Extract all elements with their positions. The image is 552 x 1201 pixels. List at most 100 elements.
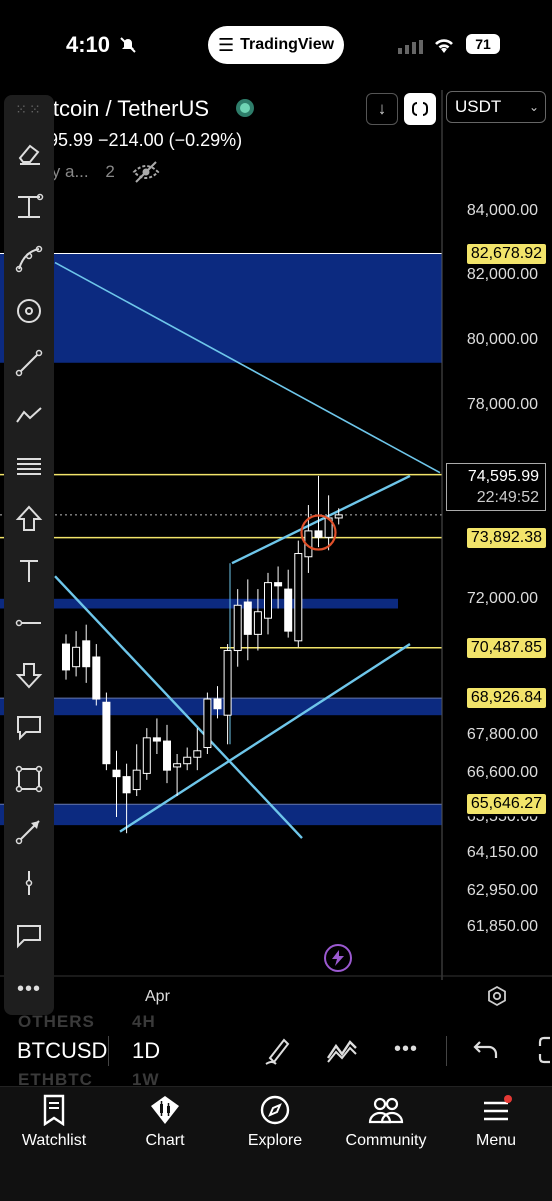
tradingview-label: TradingView bbox=[240, 36, 335, 53]
scroll-down-button[interactable]: ↓ bbox=[366, 93, 398, 125]
auto-scale-button[interactable] bbox=[404, 93, 436, 125]
chart-settings-icon[interactable] bbox=[486, 985, 508, 1012]
candle bbox=[203, 692, 212, 754]
measure-icon[interactable] bbox=[13, 191, 45, 223]
support-zone bbox=[0, 598, 398, 609]
rectangle-icon[interactable] bbox=[13, 763, 45, 795]
candle bbox=[62, 634, 70, 680]
arrow-up-icon[interactable] bbox=[13, 503, 45, 535]
indicators-label[interactable]: ly a... 2 bbox=[48, 162, 115, 182]
fullscreen-icon[interactable] bbox=[536, 1036, 552, 1069]
candle-body bbox=[253, 611, 262, 635]
candle bbox=[264, 572, 272, 635]
symbol-title: itcoin / TetherUS bbox=[48, 96, 210, 121]
nav-explore[interactable]: Explore bbox=[225, 1094, 325, 1150]
status-time: 4:10 bbox=[66, 32, 111, 57]
candle-body bbox=[233, 604, 242, 652]
price-tick-label: 78,000.00 bbox=[466, 395, 538, 413]
nav-menu[interactable]: Menu bbox=[446, 1094, 546, 1150]
candle-body bbox=[142, 737, 151, 774]
indicator-text: ly a... bbox=[48, 162, 89, 181]
candle-body bbox=[223, 650, 232, 716]
ghost-symbol-above: OTHERS bbox=[18, 1012, 95, 1031]
candle-body bbox=[62, 643, 70, 671]
text-icon[interactable] bbox=[13, 555, 45, 587]
curve-icon[interactable] bbox=[13, 243, 45, 275]
horizontal-ray-icon[interactable] bbox=[13, 607, 45, 639]
vertical-line-icon[interactable] bbox=[13, 867, 45, 899]
ghost-interval-above: 4H bbox=[132, 1012, 156, 1031]
nav-community[interactable]: Community bbox=[336, 1094, 436, 1150]
candle-body bbox=[213, 698, 222, 710]
tradingview-pill[interactable]: ☰ TradingView bbox=[208, 26, 344, 64]
people-icon bbox=[368, 1097, 404, 1124]
undo-icon[interactable] bbox=[472, 1036, 500, 1069]
more-options-icon[interactable]: ••• bbox=[394, 1038, 418, 1061]
candle-body bbox=[193, 750, 202, 758]
trend-line bbox=[119, 643, 411, 833]
symbol-button[interactable]: BTCUSD bbox=[17, 1038, 107, 1064]
candle bbox=[102, 692, 111, 771]
time-axis-label: Apr bbox=[145, 988, 170, 1005]
nav-label: Chart bbox=[145, 1132, 185, 1149]
wifi-icon bbox=[432, 35, 456, 60]
arrow-line-icon[interactable] bbox=[13, 815, 45, 847]
candle bbox=[142, 728, 151, 780]
arrow-down-icon[interactable] bbox=[13, 659, 45, 691]
current-price-tag: 74,595.99 22:49:52 bbox=[446, 463, 546, 511]
trend-line-icon[interactable] bbox=[13, 347, 45, 379]
price-tick-label: 84,000.00 bbox=[466, 201, 538, 219]
nav-watchlist[interactable]: Watchlist bbox=[4, 1094, 104, 1150]
price-tick-label: 80,000.00 bbox=[466, 331, 538, 349]
nav-label: Watchlist bbox=[21, 1132, 87, 1149]
candle bbox=[284, 569, 293, 638]
eye-hidden-icon[interactable] bbox=[132, 160, 160, 189]
candle-body bbox=[122, 776, 131, 794]
candle-body bbox=[132, 769, 141, 791]
polyline-icon[interactable] bbox=[13, 399, 45, 431]
candle bbox=[294, 540, 303, 648]
divider bbox=[108, 1036, 109, 1066]
currency-value: USDT bbox=[455, 97, 502, 116]
drawing-pen-icon[interactable] bbox=[262, 1034, 294, 1071]
price-tick-label: 72,000.00 bbox=[466, 589, 538, 607]
candle-body bbox=[112, 769, 121, 778]
candle bbox=[72, 631, 81, 677]
fib-lines-icon[interactable] bbox=[13, 451, 45, 483]
mute-icon bbox=[118, 35, 138, 60]
interval-button[interactable]: 1D bbox=[132, 1038, 160, 1064]
eraser-icon[interactable] bbox=[13, 137, 45, 169]
support-zone bbox=[0, 253, 442, 363]
nav-label: Explore bbox=[247, 1132, 303, 1149]
candle bbox=[314, 475, 323, 548]
callout-icon[interactable] bbox=[13, 711, 45, 743]
candle bbox=[253, 589, 262, 651]
battery-indicator: 71 bbox=[466, 34, 500, 54]
compass-icon bbox=[260, 1095, 290, 1125]
candle bbox=[163, 724, 171, 784]
level-price-tag: 68,926.84 bbox=[466, 688, 546, 709]
candle bbox=[152, 718, 161, 754]
circle-target-icon[interactable] bbox=[13, 295, 45, 327]
price-tick-label: 67,800.00 bbox=[466, 725, 538, 743]
bar-countdown: 22:49:52 bbox=[476, 489, 539, 506]
candle bbox=[183, 747, 192, 771]
candle-body bbox=[314, 530, 323, 538]
currency-select[interactable]: USDT ⌄ bbox=[446, 91, 546, 123]
comment-icon[interactable] bbox=[13, 919, 45, 951]
level-price-tag: 70,487.85 bbox=[466, 637, 546, 658]
drag-handle-icon[interactable]: ⁙⁙ bbox=[13, 97, 45, 121]
candle-body bbox=[102, 701, 111, 765]
candle-body bbox=[264, 582, 272, 619]
price-tick-label: 82,000.00 bbox=[466, 266, 538, 284]
nav-chart[interactable]: Chart bbox=[115, 1094, 215, 1150]
lightning-icon[interactable] bbox=[324, 944, 352, 972]
indicators-icon[interactable] bbox=[326, 1036, 358, 1069]
candle-body bbox=[173, 763, 182, 768]
candle-body bbox=[243, 601, 252, 635]
candle bbox=[173, 754, 182, 797]
candle bbox=[82, 624, 91, 683]
candle bbox=[324, 495, 333, 551]
candle bbox=[193, 728, 202, 771]
more-icon[interactable]: ••• bbox=[13, 973, 45, 1005]
